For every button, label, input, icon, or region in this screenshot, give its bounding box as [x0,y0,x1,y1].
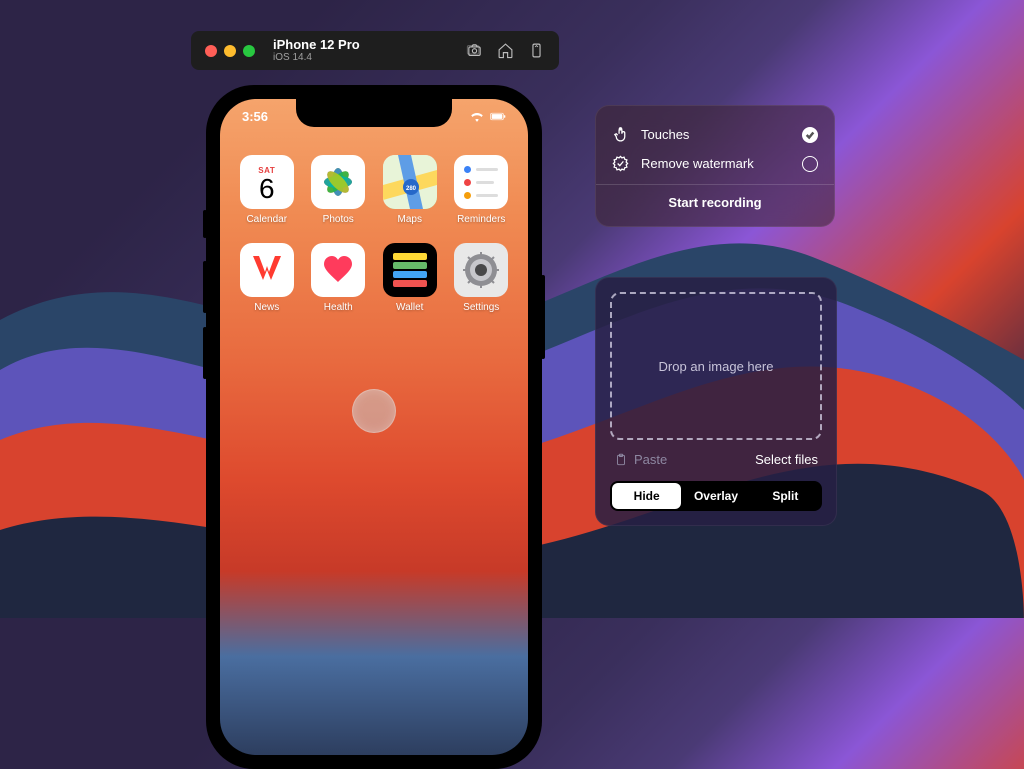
app-settings[interactable]: Settings [453,243,511,313]
verified-icon [612,155,629,172]
news-icon [240,243,294,297]
app-label: Reminders [457,214,505,225]
traffic-lights [205,45,255,57]
status-bar: 3:56 [220,109,528,124]
divider [596,184,834,185]
app-wallet[interactable]: Wallet [381,243,439,313]
overlay-mode-segment: Hide Overlay Split [610,481,822,511]
app-label: Health [324,302,353,313]
photos-icon [311,155,365,209]
touches-label: Touches [641,127,689,142]
app-reminders[interactable]: Reminders [453,155,511,225]
app-maps[interactable]: 280 Maps [381,155,439,225]
watermark-label: Remove watermark [641,156,754,171]
maps-icon: 280 [383,155,437,209]
touch-icon [612,126,629,143]
watermark-toggle-row[interactable]: Remove watermark [612,149,818,178]
image-drop-panel: Drop an image here Paste Select files Hi… [595,277,837,526]
segment-split[interactable]: Split [751,483,820,509]
os-version: iOS 14.4 [273,52,360,63]
phone-simulator: 3:56 SAT 6 Calendar Photos [206,85,542,769]
app-news[interactable]: News [238,243,296,313]
drop-zone[interactable]: Drop an image here [610,292,822,440]
reminders-icon [454,155,508,209]
segment-hide[interactable]: Hide [612,483,681,509]
app-label: Photos [323,214,354,225]
app-photos[interactable]: Photos [310,155,368,225]
clipboard-icon [614,453,628,467]
titlebar-text: iPhone 12 Pro iOS 14.4 [273,38,360,63]
app-label: Wallet [396,302,423,313]
paste-label: Paste [634,452,667,467]
calendar-date: 6 [259,175,275,203]
watermark-toggle[interactable] [802,156,818,172]
app-calendar[interactable]: SAT 6 Calendar [238,155,296,225]
phone-volume-down[interactable] [203,327,207,379]
simulator-titlebar: iPhone 12 Pro iOS 14.4 [191,31,559,70]
health-icon [311,243,365,297]
device-name: iPhone 12 Pro [273,38,360,52]
wallet-icon [383,243,437,297]
battery-icon [490,111,506,122]
home-icon[interactable] [497,42,514,59]
svg-text:280: 280 [406,186,417,192]
maximize-button[interactable] [243,45,255,57]
app-label: News [254,302,279,313]
close-button[interactable] [205,45,217,57]
status-time: 3:56 [242,109,268,124]
phone-screen[interactable]: 3:56 SAT 6 Calendar Photos [220,99,528,755]
rotate-icon[interactable] [528,42,545,59]
phone-mute-switch[interactable] [203,210,207,238]
touches-toggle-row[interactable]: Touches [612,120,818,149]
phone-volume-up[interactable] [203,261,207,313]
recording-panel: Touches Remove watermark Start recording [595,105,835,227]
drop-zone-label: Drop an image here [659,359,774,374]
app-label: Maps [398,214,422,225]
start-recording-button[interactable]: Start recording [612,195,818,210]
touches-toggle[interactable] [802,127,818,143]
wifi-icon [469,111,485,122]
paste-button[interactable]: Paste [614,452,667,467]
app-health[interactable]: Health [310,243,368,313]
assistive-touch-button[interactable] [352,389,396,433]
minimize-button[interactable] [224,45,236,57]
calendar-icon: SAT 6 [240,155,294,209]
app-label: Settings [463,302,499,313]
screenshot-icon[interactable] [466,42,483,59]
settings-icon [454,243,508,297]
phone-power-button[interactable] [541,275,545,359]
select-files-button[interactable]: Select files [755,452,818,467]
segment-overlay[interactable]: Overlay [681,483,750,509]
app-label: Calendar [246,214,287,225]
home-screen-apps: SAT 6 Calendar Photos 280 Maps [238,155,510,313]
